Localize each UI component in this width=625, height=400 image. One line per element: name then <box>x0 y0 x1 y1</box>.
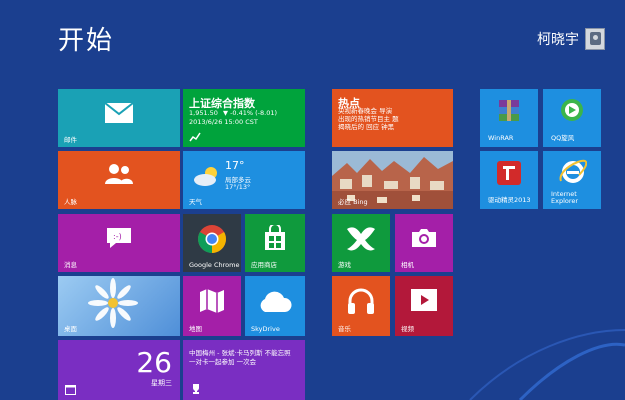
weather-temp: 17° <box>225 159 245 172</box>
xbox-icon <box>347 227 375 251</box>
tile-camera[interactable]: 相机 <box>395 214 453 272</box>
tile-label: 游戏 <box>338 260 351 269</box>
tile-label: 消息 <box>64 260 77 269</box>
headphones-icon <box>348 288 374 314</box>
user-name: 柯晓宇 <box>537 32 579 48</box>
store-icon <box>265 225 285 250</box>
tile-label: Internet Explorer <box>551 189 579 205</box>
tile-winrar[interactable]: WinRAR <box>480 89 538 147</box>
tile-ie[interactable]: Internet Explorer <box>543 151 601 209</box>
tile-skydrive[interactable]: SkyDrive <box>245 276 305 336</box>
tile-qq[interactable]: QQ旋风 <box>543 89 601 147</box>
stock-trend-icon <box>189 132 201 142</box>
tile-chrome[interactable]: Google Chrome <box>183 214 241 272</box>
daisy-wallpaper <box>88 278 138 328</box>
message-line-2: 一对卡一起参加 一次会 <box>189 358 257 366</box>
stock-value: 1,951.50 <box>189 109 218 117</box>
tile-people[interactable]: 人脉 <box>58 151 180 209</box>
people-icon <box>105 164 133 184</box>
qq-whirlwind-icon <box>561 99 583 121</box>
chat-icon: :-) <box>107 228 131 248</box>
stock-change: ▼ -0.41% (-8.01) <box>223 109 278 117</box>
tile-calendar[interactable]: 26 星期三 <box>58 340 180 400</box>
tile-label: 邮件 <box>64 135 77 144</box>
page-title: 开始 <box>58 26 115 56</box>
user-account[interactable]: 柯晓宇 <box>537 28 605 50</box>
tile-label: 音乐 <box>338 324 351 333</box>
news-line-3: 揭晓后的 回应 钟黑 <box>338 123 395 131</box>
tile-desktop[interactable]: 桌面 <box>58 276 180 336</box>
weather-range: 17°/13° <box>225 183 251 191</box>
tile-label: 地图 <box>189 324 202 333</box>
tile-label: 天气 <box>189 197 202 206</box>
svg-text::-): :-) <box>113 232 122 241</box>
stock-datetime: 2013/6/26 15:00 CST <box>189 118 258 126</box>
tile-music[interactable]: 音乐 <box>332 276 390 336</box>
message-line-1: 中国梅州 - 张斌·卡马列斯 不能忘照 <box>189 349 291 357</box>
tile-label: 必应 Bing <box>338 197 368 206</box>
cloud-sun-icon <box>194 167 217 186</box>
tile-message-news[interactable]: 中国梅州 - 张斌·卡马列斯 不能忘照 一对卡一起参加 一次会 <box>183 340 305 400</box>
tile-label: Google Chrome <box>189 260 240 269</box>
ie-icon <box>559 159 587 183</box>
winrar-icon <box>499 100 519 121</box>
tile-weather[interactable]: 17° 局部多云 17°/13° 天气 <box>183 151 305 209</box>
tile-games[interactable]: 游戏 <box>332 214 390 272</box>
calendar-day-number: 26 <box>136 346 172 379</box>
chrome-icon <box>198 225 226 253</box>
tile-label: 桌面 <box>64 324 77 333</box>
play-icon <box>411 289 437 311</box>
news-line-2: 出现的热销节目主 题 <box>338 115 399 123</box>
envelope-icon <box>104 102 134 123</box>
news-line-1: 央视新春晚会 导演 <box>338 107 393 115</box>
tile-news[interactable]: 热点 央视新春晚会 导演 出现的热销节目主 题 揭晓后的 回应 钟黑 <box>332 89 453 147</box>
tile-video[interactable]: 视频 <box>395 276 453 336</box>
tile-label: 驱动精灵2013 <box>488 195 531 204</box>
tile-label: 相机 <box>401 260 414 269</box>
tile-mail[interactable]: 邮件 <box>58 89 180 147</box>
tile-label: 视频 <box>401 324 414 333</box>
tile-bing[interactable]: 必应 Bing <box>332 151 453 209</box>
avatar <box>585 28 605 50</box>
trophy-icon <box>193 384 199 394</box>
tile-label: QQ旋风 <box>551 133 575 142</box>
tile-messaging[interactable]: :-) 消息 <box>58 214 180 272</box>
calendar-weekday: 星期三 <box>151 379 172 387</box>
tile-store[interactable]: 应用商店 <box>245 214 305 272</box>
calendar-icon <box>65 385 76 395</box>
driver-genius-icon <box>497 161 521 185</box>
tile-stock[interactable]: 上证综合指数 1,951.50 ▼ -0.41% (-8.01) 2013/6/… <box>183 89 305 147</box>
tile-label: SkyDrive <box>251 324 280 333</box>
tile-maps[interactable]: 地图 <box>183 276 241 336</box>
tile-driver-genius[interactable]: 驱动精灵2013 <box>480 151 538 209</box>
tile-label: 应用商店 <box>251 260 277 269</box>
tile-label: WinRAR <box>488 133 514 142</box>
map-icon <box>200 289 224 313</box>
tile-label: 人脉 <box>64 197 77 206</box>
cloud-icon <box>260 291 292 312</box>
camera-icon <box>412 229 436 247</box>
